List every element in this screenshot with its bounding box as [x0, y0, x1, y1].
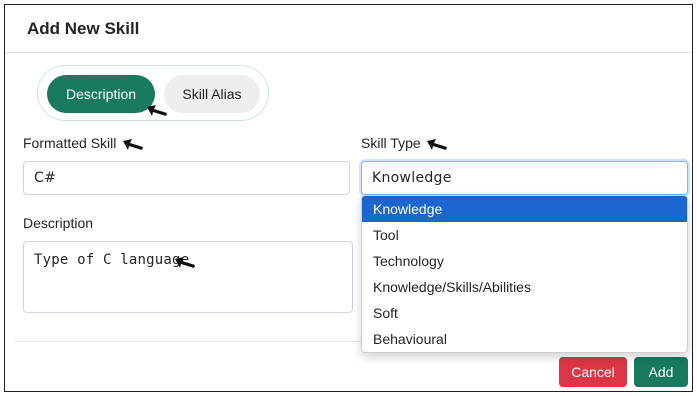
- add-button[interactable]: Add: [634, 357, 688, 387]
- dropdown-option-ksa[interactable]: Knowledge/Skills/Abilities: [362, 274, 687, 300]
- dropdown-option-technology[interactable]: Technology: [362, 248, 687, 274]
- skill-type-select[interactable]: Knowledge: [361, 161, 688, 195]
- dropdown-option-soft[interactable]: Soft: [362, 300, 687, 326]
- pointer-annotation-icon: [147, 105, 167, 116]
- modal-title: Add New Skill: [27, 19, 140, 38]
- formatted-skill-input[interactable]: C#: [23, 161, 350, 195]
- cancel-button[interactable]: Cancel: [559, 357, 627, 387]
- pointer-annotation-icon: [175, 257, 195, 268]
- pointer-annotation-icon: [123, 139, 143, 150]
- formatted-skill-label: Formatted Skill: [23, 135, 117, 151]
- skill-type-dropdown: Knowledge Tool Technology Knowledge/Skil…: [361, 195, 688, 353]
- dropdown-option-knowledge[interactable]: Knowledge: [362, 196, 687, 222]
- skill-type-label: Skill Type: [361, 135, 421, 151]
- tab-description[interactable]: Description: [47, 75, 155, 113]
- add-skill-modal: Add New Skill Description Skill Alias Fo…: [4, 4, 693, 392]
- dropdown-option-tool[interactable]: Tool: [362, 222, 687, 248]
- modal-header: Add New Skill: [5, 5, 692, 53]
- description-textarea[interactable]: Type of C language: [23, 241, 353, 313]
- dropdown-option-behavioural[interactable]: Behavioural: [362, 326, 687, 352]
- tab-skill-alias[interactable]: Skill Alias: [164, 75, 260, 113]
- description-text: Type of C language: [34, 252, 190, 268]
- pointer-annotation-icon: [427, 139, 447, 150]
- description-label: Description: [23, 215, 94, 231]
